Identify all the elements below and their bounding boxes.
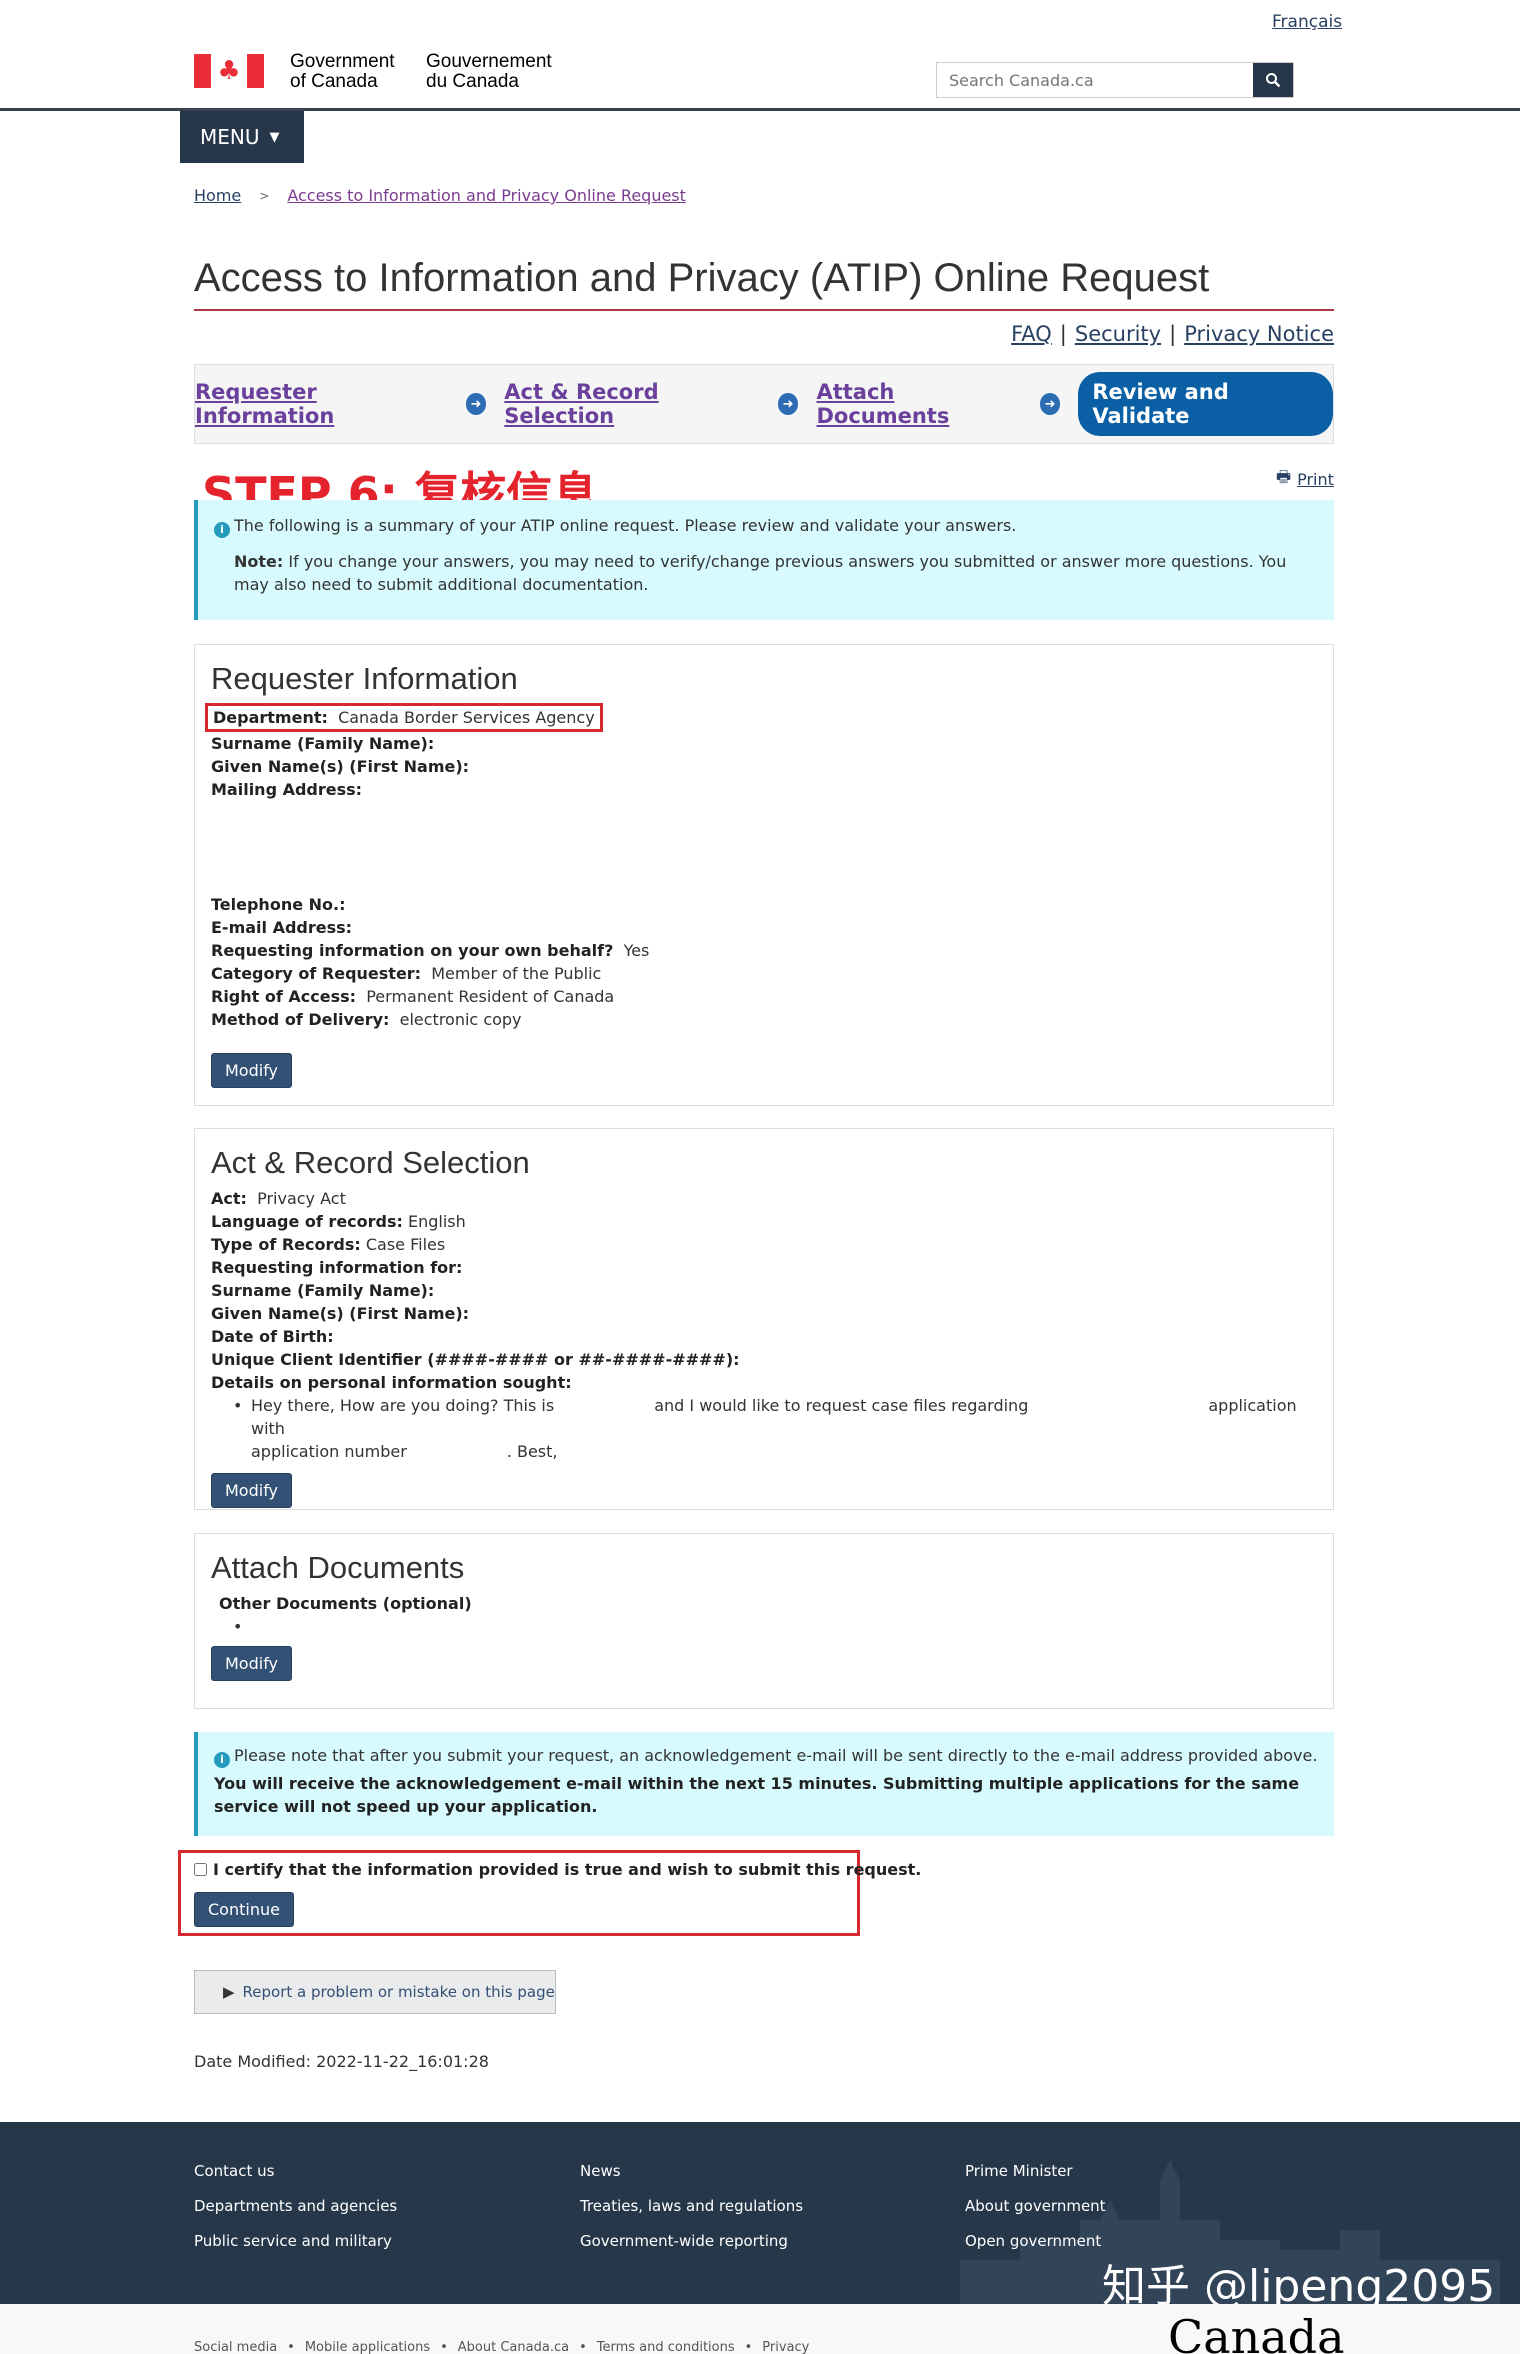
privacy-notice-link[interactable]: Privacy Notice xyxy=(1184,322,1334,346)
canada-flag-logo: ♣ xyxy=(194,54,264,88)
breadcrumb: Home > Access to Information and Privacy… xyxy=(194,186,686,205)
sub-link-about[interactable]: About Canada.ca xyxy=(458,2340,569,2354)
canada-wordmark: Canada xyxy=(1168,2310,1345,2354)
printer-icon: 🖶 xyxy=(1276,467,1292,486)
footer-link-news[interactable]: News xyxy=(580,2154,803,2189)
title-underline xyxy=(194,309,1334,311)
language-toggle-link[interactable]: Français xyxy=(1272,12,1342,32)
footer-col-1: Contact us Departments and agencies Publ… xyxy=(194,2154,397,2259)
step-review-validate[interactable]: Review and Validate xyxy=(1078,372,1334,436)
sub-link-mobile[interactable]: Mobile applications xyxy=(305,2340,430,2354)
continue-button[interactable]: Continue xyxy=(194,1892,294,1927)
step-attach-docs[interactable]: Attach Documents xyxy=(816,380,1021,428)
faq-link[interactable]: FAQ xyxy=(1011,322,1052,346)
footer-link-reporting[interactable]: Government-wide reporting xyxy=(580,2224,803,2259)
arrow-right-icon: ➜ xyxy=(465,393,487,415)
arrow-right-icon: ➜ xyxy=(777,393,799,415)
footer-col-3: Prime Minister About government Open gov… xyxy=(965,2154,1106,2259)
footer-link-public-service[interactable]: Public service and military xyxy=(194,2224,397,2259)
footer-link-treaties[interactable]: Treaties, laws and regulations xyxy=(580,2189,803,2224)
sub-link-social[interactable]: Social media xyxy=(194,2340,277,2354)
breadcrumb-home[interactable]: Home xyxy=(194,186,241,205)
acknowledgement-notice: i Please note that after you submit your … xyxy=(194,1732,1334,1836)
info-icon: i xyxy=(214,1751,230,1768)
menu-button[interactable]: MENU ▼ xyxy=(180,111,304,163)
details-list-item: • Hey there, How are you doing? This is a… xyxy=(233,1396,1297,1461)
requester-info-panel: Requester Information Department: Canada… xyxy=(194,644,1334,1106)
step-act-record[interactable]: Act & Record Selection xyxy=(504,380,760,428)
requester-info-heading: Requester Information xyxy=(211,661,518,696)
sub-link-terms[interactable]: Terms and conditions xyxy=(597,2340,735,2354)
certify-row: I certify that the information provided … xyxy=(194,1860,921,1879)
search-button[interactable] xyxy=(1253,63,1293,97)
department-highlight: Department: Canada Border Services Agenc… xyxy=(205,703,603,732)
modify-attach-button[interactable]: Modify xyxy=(211,1646,293,1681)
search-bar xyxy=(936,62,1294,98)
step-navigation: Requester Information ➜ Act & Record Sel… xyxy=(194,364,1334,444)
search-input[interactable] xyxy=(937,63,1253,97)
act-record-heading: Act & Record Selection xyxy=(211,1145,530,1180)
breadcrumb-atip[interactable]: Access to Information and Privacy Online… xyxy=(287,186,686,205)
footer-link-open-gov[interactable]: Open government xyxy=(965,2224,1106,2259)
modify-act-button[interactable]: Modify xyxy=(211,1473,293,1508)
help-links: FAQ | Security | Privacy Notice xyxy=(1011,322,1334,346)
act-record-panel: Act & Record Selection Act: Privacy Act … xyxy=(194,1128,1334,1510)
print-link[interactable]: 🖶 Print xyxy=(1276,466,1334,493)
step-requester-info[interactable]: Requester Information xyxy=(195,380,448,428)
triangle-right-icon: ▶ xyxy=(223,1983,235,2001)
report-problem-button[interactable]: ▶ Report a problem or mistake on this pa… xyxy=(194,1970,556,2014)
page-title: Access to Information and Privacy (ATIP)… xyxy=(194,256,1210,300)
documents-list-item: • xyxy=(233,1617,243,1636)
gov-name-en[interactable]: Government of Canada xyxy=(290,52,395,92)
sub-footer-links: Social media • Mobile applications • About… xyxy=(194,2340,810,2354)
search-icon xyxy=(1266,73,1281,88)
footer-link-about-gov[interactable]: About government xyxy=(965,2189,1106,2224)
certify-checkbox[interactable] xyxy=(194,1863,207,1876)
date-modified: Date Modified: 2022-11-22_16:01:28 xyxy=(194,2052,489,2071)
footer-link-pm[interactable]: Prime Minister xyxy=(965,2154,1106,2189)
attach-docs-panel: Attach Documents Other Documents (option… xyxy=(194,1533,1334,1709)
footer-link-departments[interactable]: Departments and agencies xyxy=(194,2189,397,2224)
sub-link-privacy[interactable]: Privacy xyxy=(762,2340,809,2354)
modify-requester-button[interactable]: Modify xyxy=(211,1053,293,1088)
arrow-right-icon: ➜ xyxy=(1039,393,1061,415)
breadcrumb-separator: > xyxy=(259,188,270,203)
security-link[interactable]: Security xyxy=(1075,322,1161,346)
info-summary-box: i The following is a summary of your ATIP… xyxy=(194,500,1334,620)
attach-docs-heading: Attach Documents xyxy=(211,1550,465,1585)
gov-name-fr[interactable]: Gouvernement du Canada xyxy=(426,52,552,92)
info-icon: i xyxy=(214,521,230,538)
footer-col-2: News Treaties, laws and regulations Gove… xyxy=(580,2154,803,2259)
chevron-down-icon: ▼ xyxy=(269,129,280,145)
footer-link-contact[interactable]: Contact us xyxy=(194,2154,397,2189)
